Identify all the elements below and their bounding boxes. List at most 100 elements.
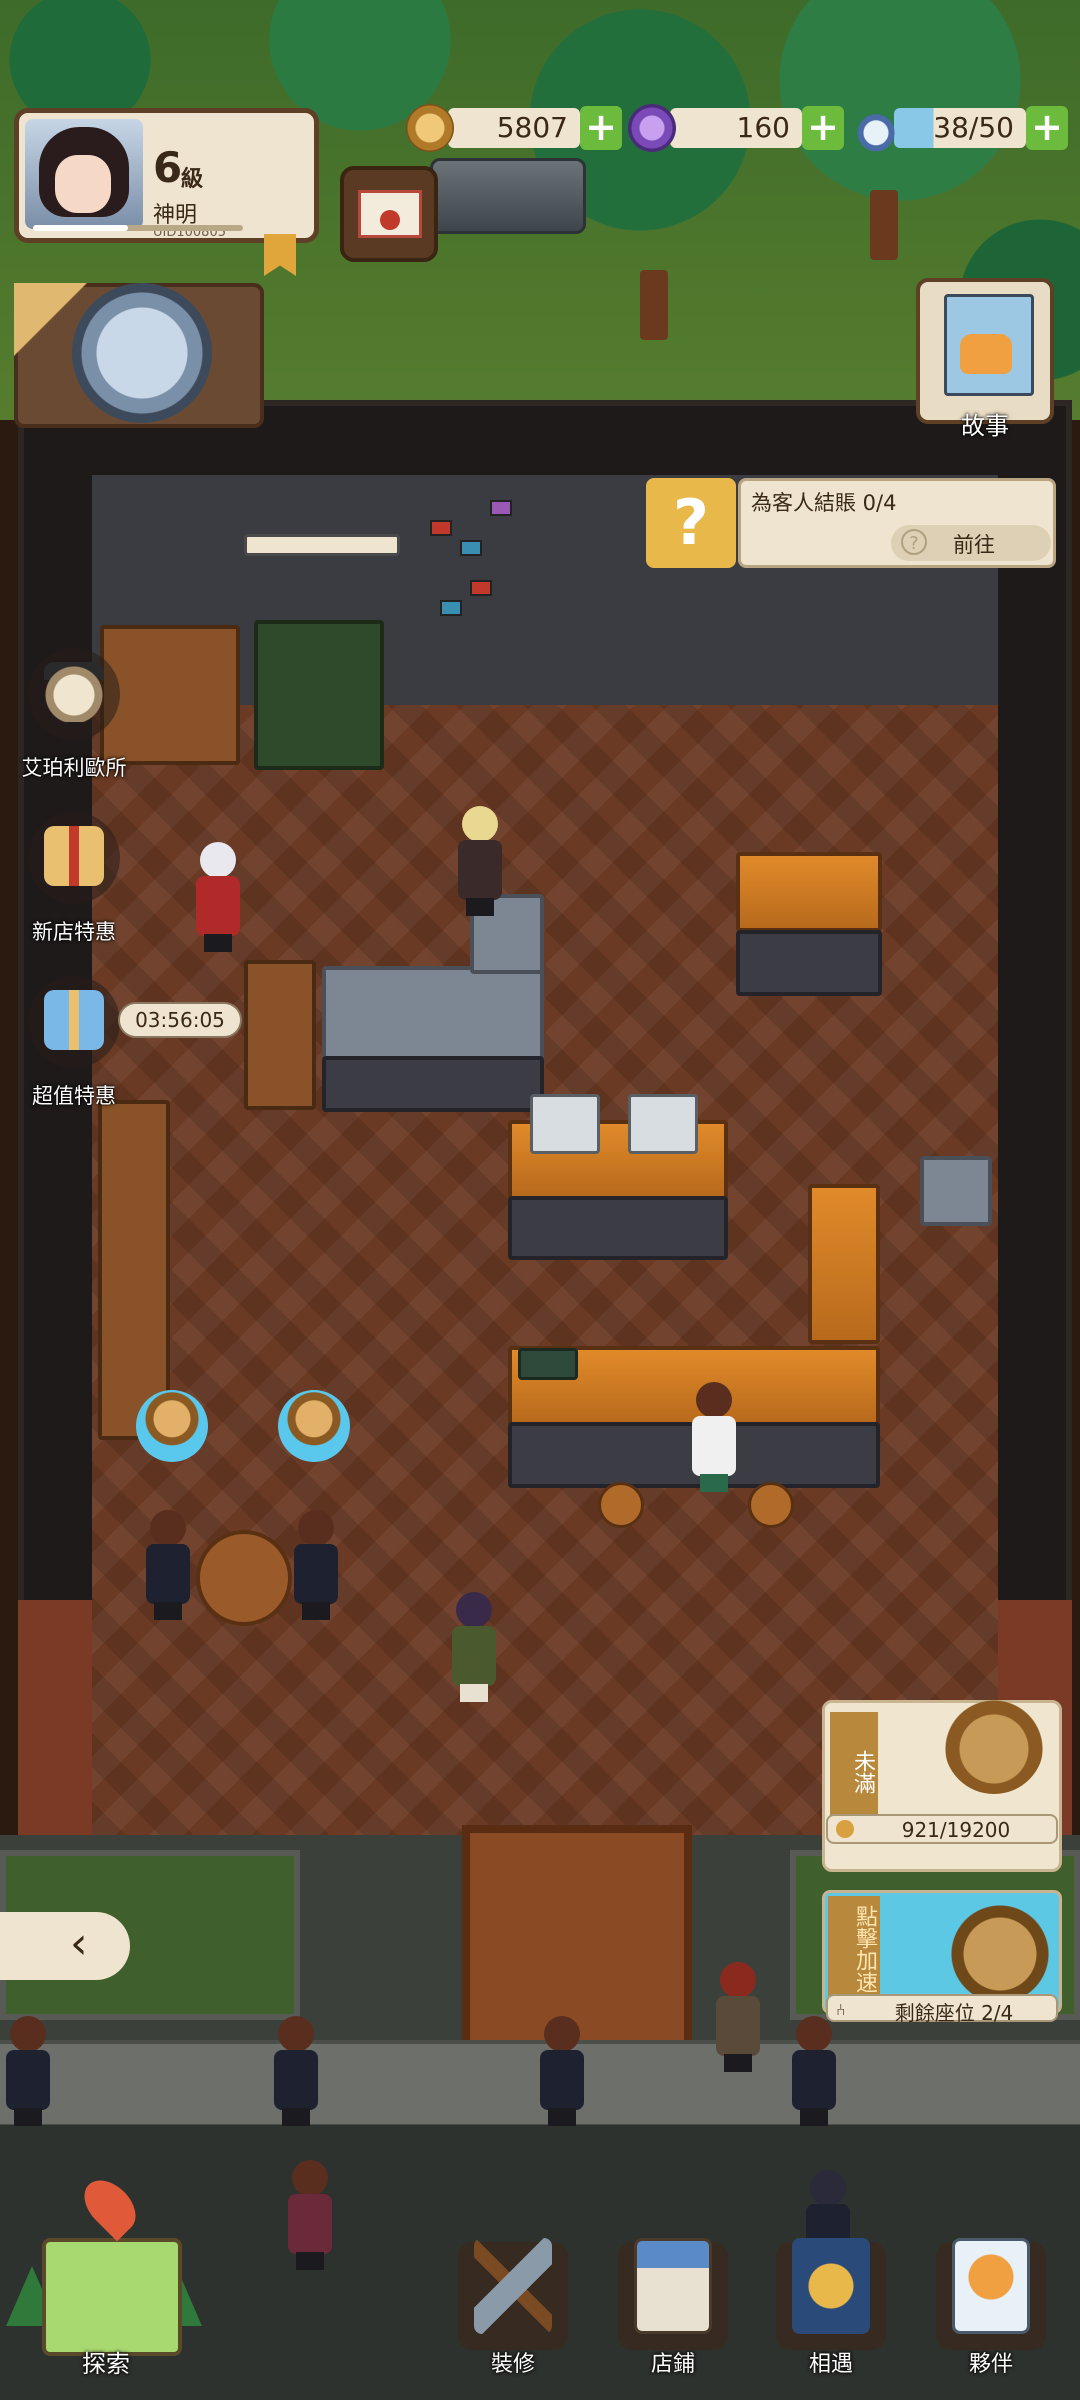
wall-decoration <box>490 500 512 516</box>
nav-label: 裝修 <box>490 2352 535 2377</box>
wall-decoration <box>460 540 482 556</box>
quest-icon[interactable]: ? <box>646 478 736 568</box>
tree-trunk <box>640 270 668 340</box>
lotus-emblem-icon <box>72 283 212 423</box>
coin-icon <box>406 104 454 152</box>
question-mark-icon: ? <box>673 486 709 559</box>
avatar[interactable] <box>25 119 143 229</box>
bar-stool[interactable] <box>748 1482 794 1528</box>
potion-resource: 38/50 + <box>852 104 1070 152</box>
story-label: 故事 <box>961 412 1009 440</box>
quest-go-button[interactable]: ? 前往 <box>891 525 1051 561</box>
scroll-left-button[interactable]: ‹ <box>0 1912 130 1980</box>
nav-partners[interactable]: 夥伴 <box>926 2230 1056 2380</box>
rank-emblem-button[interactable] <box>14 283 264 428</box>
nav-encounter[interactable]: 相遇 <box>766 2230 896 2380</box>
chevron-left-icon: ‹ <box>70 1918 88 1969</box>
hammer-icon <box>474 2238 552 2334</box>
gift-icon <box>44 826 104 886</box>
xp-bar <box>33 225 243 231</box>
shop-icon <box>634 2238 712 2334</box>
offer-timer: 03:56:05 <box>118 1002 242 1038</box>
pedestrian[interactable] <box>0 2016 56 2126</box>
nav-label: 店鋪 <box>650 2352 695 2377</box>
quest-text: 為客人結賬 0/4 <box>751 491 897 515</box>
chair-icon: ⑃ <box>836 2000 846 2019</box>
coffee-machine[interactable] <box>530 1094 600 1154</box>
player-level-unit: 級 <box>181 167 204 192</box>
pedestrian[interactable] <box>282 2160 338 2270</box>
counter-grey[interactable] <box>322 966 544 1066</box>
cashier-character[interactable] <box>686 1382 742 1492</box>
pedestrian[interactable] <box>786 2016 842 2126</box>
coffee-counter-front <box>508 1196 728 1260</box>
bar-stool[interactable] <box>598 1482 644 1528</box>
fridge[interactable] <box>254 620 384 770</box>
nav-label: 夥伴 <box>968 2352 1013 2377</box>
xp-bar-fill <box>33 225 128 231</box>
brick-wall-left <box>18 1600 92 1840</box>
wall-decoration <box>470 580 492 596</box>
coffee-machine[interactable] <box>628 1094 698 1154</box>
pedestrian[interactable] <box>268 2016 324 2126</box>
nav-label: 探索 <box>82 2350 130 2378</box>
service-bell-icon <box>944 1894 1056 1994</box>
side-menu-value-offer[interactable]: 超值特惠 <box>14 976 134 1108</box>
wall-decoration <box>440 600 462 616</box>
game-screen: 6 級 神明 UID100805 5807 + 160 + 38/50 + 故事… <box>0 0 1080 2400</box>
cash-register[interactable] <box>518 1348 578 1380</box>
earnings-progress-text: 921/19200 <box>901 1818 1011 1842</box>
potion-count: 38/50 <box>894 108 1026 148</box>
mail-button[interactable] <box>340 166 438 262</box>
earnings-progress: 921/19200 <box>826 1814 1058 1844</box>
npc-character[interactable] <box>190 842 246 952</box>
owl-icon <box>44 662 104 722</box>
wax-seal-icon <box>380 210 400 230</box>
tree-trunk <box>870 190 898 260</box>
side-menu-label: 艾珀利歐所 <box>21 756 127 780</box>
wall-shelf[interactable] <box>98 1100 170 1440</box>
service-bell[interactable] <box>136 1390 208 1462</box>
side-menu-new-shop-offer[interactable]: 新店特惠 <box>14 812 134 944</box>
nav-explore[interactable]: 探索 <box>6 2170 206 2386</box>
add-gems-button[interactable]: + <box>802 106 844 150</box>
customer[interactable] <box>140 1510 196 1620</box>
pipe <box>430 158 586 234</box>
cat-card-icon <box>952 2238 1030 2334</box>
side-menu-label: 新店特惠 <box>32 920 116 944</box>
customer[interactable] <box>288 1510 344 1620</box>
nav-decorate[interactable]: 裝修 <box>448 2230 578 2380</box>
stove-counter[interactable] <box>736 852 882 932</box>
npc-character[interactable] <box>452 806 508 916</box>
side-menu-shop-owl[interactable]: 艾珀利歐所 <box>14 648 134 780</box>
help-icon: ? <box>901 529 927 555</box>
potion-icon <box>852 104 900 152</box>
gift-box-icon <box>44 990 104 1050</box>
add-potions-button[interactable]: + <box>1026 106 1068 150</box>
coin-banner-icon <box>792 2238 870 2334</box>
avatar-face <box>55 155 111 213</box>
crate-stand[interactable] <box>244 960 316 1110</box>
tea-cart[interactable] <box>920 1156 992 1226</box>
seats-remaining-text: 剩餘座位 2/4 <box>894 2001 1014 2025</box>
cat-icon <box>960 334 1012 374</box>
coin-resource: 5807 + <box>406 104 624 152</box>
service-bell[interactable] <box>278 1390 350 1462</box>
round-table[interactable] <box>196 1530 292 1626</box>
quest-panel[interactable]: 為客人結賬 0/4 ? 前往 <box>738 478 1056 568</box>
pinwheel-icon <box>74 2170 146 2242</box>
story-button[interactable] <box>916 278 1054 424</box>
side-bar[interactable] <box>808 1184 880 1344</box>
gem-resource: 160 + <box>628 104 846 152</box>
map-icon <box>42 2238 182 2356</box>
player-profile-card[interactable]: 6 級 神明 UID100805 <box>14 108 319 243</box>
speed-up-tag: 點擊加速 <box>828 1896 880 1996</box>
quest-go-label: 前往 <box>953 533 995 557</box>
pedestrian[interactable] <box>534 2016 590 2126</box>
demon-customer[interactable] <box>710 1962 766 2072</box>
player-character[interactable] <box>446 1592 502 1702</box>
nav-shop[interactable]: 店鋪 <box>608 2230 738 2380</box>
add-coins-button[interactable]: + <box>580 106 622 150</box>
build-progress-bar <box>244 534 400 556</box>
earnings-status-tag: 未滿 <box>830 1712 878 1818</box>
